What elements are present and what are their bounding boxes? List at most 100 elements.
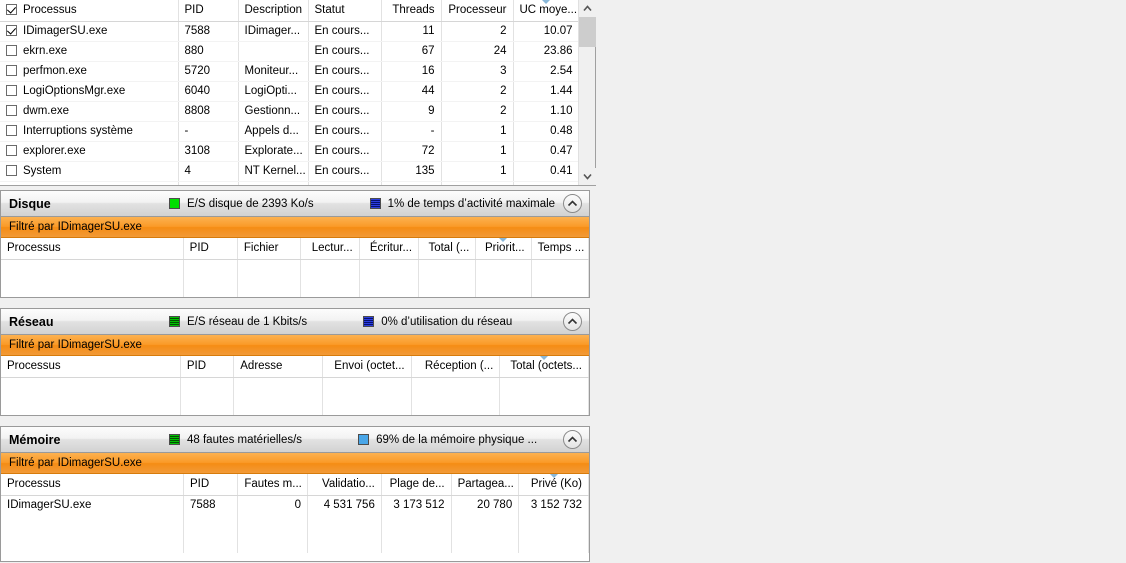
column-header[interactable]: Processus <box>1 474 184 496</box>
column-header[interactable]: Privé (Ko) <box>518 474 589 496</box>
cell-name[interactable]: System <box>0 161 179 182</box>
empty-cell <box>237 259 302 279</box>
cell-name[interactable]: perfmon.exe <box>0 61 179 82</box>
cell-name[interactable]: ekrn.exe <box>0 41 179 62</box>
row-checkbox[interactable] <box>6 45 17 56</box>
cell-avg: 0.47 <box>513 141 578 162</box>
column-header-avg[interactable]: UC moye... <box>513 0 578 22</box>
empty-cell <box>322 377 412 397</box>
table-row[interactable]: LogiOptionsMgr.exe 6040 LogiOpti... En cour… <box>0 81 578 102</box>
cell-name[interactable]: Zoom.exe <box>0 181 179 185</box>
network-section-header[interactable]: Réseau E/S réseau de 1 Kbits/s 0% d’util… <box>1 309 589 335</box>
row-checkbox[interactable] <box>6 25 17 36</box>
column-header[interactable]: PID <box>183 474 239 496</box>
row-checkbox[interactable] <box>6 105 17 116</box>
cell-name[interactable]: LogiOptionsMgr.exe <box>0 81 179 102</box>
column-header[interactable]: PID <box>183 238 238 260</box>
column-header[interactable]: Processus <box>1 238 184 260</box>
disk-collapse-chevron-up-icon[interactable] <box>563 194 582 213</box>
table-row[interactable]: Zoom.exe11208Zoom Me...En cours...2910.2… <box>0 181 578 185</box>
column-header[interactable]: PID <box>180 356 235 378</box>
memory-section-header[interactable]: Mémoire 48 fautes matérielles/s 69% de l… <box>1 427 589 453</box>
cell-name[interactable]: explorer.exe <box>0 141 179 162</box>
network-legend-usage: 0% d’utilisation du réseau <box>363 316 512 328</box>
select-all-checkbox[interactable] <box>6 4 17 15</box>
table-row[interactable]: IDimagerSU.exe 7588 IDimager... En cours...… <box>0 21 578 42</box>
cell-avg: 2.54 <box>513 61 578 82</box>
cell-stat: En cours... <box>308 21 382 42</box>
column-header[interactable]: Plage de... <box>381 474 452 496</box>
column-header[interactable]: Partagea... <box>451 474 520 496</box>
scrollbar-thumb[interactable] <box>579 17 596 47</box>
cell-name[interactable]: dwm.exe <box>0 101 179 122</box>
network-grid[interactable]: Processus PID Adresse Envoi (octet... Récept… <box>1 356 589 415</box>
column-header[interactable]: Processus <box>1 356 181 378</box>
sort-arrow-icon <box>549 474 558 478</box>
empty-cell <box>418 279 477 297</box>
table-row[interactable]: Interruptions système - Appels d... En cour… <box>0 121 578 142</box>
process-name: LogiOptionsMgr.exe <box>23 85 126 97</box>
empty-cell <box>359 279 420 297</box>
disk-grid-body <box>1 259 589 297</box>
table-row[interactable]: System 4 NT Kernel... En cours... 135 1 0.41 <box>0 161 578 182</box>
table-row[interactable]: perfmon.exe 5720 Moniteur... En cours... 16 3… <box>0 61 578 82</box>
network-collapse-chevron-up-icon[interactable] <box>563 312 582 331</box>
column-header[interactable]: Adresse <box>233 356 323 378</box>
scrollbar-track[interactable] <box>579 17 596 168</box>
memory-legend-physical-label: 69% de la mémoire physique ... <box>376 433 538 446</box>
cell-pid: 3108 <box>178 141 239 162</box>
memory-legend-physical: 69% de la mémoire physique ... <box>358 434 537 446</box>
row-checkbox[interactable] <box>6 165 17 176</box>
column-header[interactable]: Envoi (octet... <box>322 356 412 378</box>
row-checkbox[interactable] <box>6 85 17 96</box>
cell-name[interactable]: Interruptions système <box>0 121 179 142</box>
column-header[interactable]: Lectur... <box>300 238 360 260</box>
table-row[interactable]: dwm.exe 8808 Gestionn... En cours... 9 2 1.10 <box>0 101 578 122</box>
column-header-desc[interactable]: Description <box>238 0 309 22</box>
column-header-pid[interactable]: PID <box>178 0 239 22</box>
column-header[interactable]: Fautes m... <box>237 474 309 496</box>
table-row[interactable]: ekrn.exe 880 En cours... 67 24 23.86 <box>0 41 578 62</box>
memory-grid[interactable]: Processus PID Fautes m... Validatio... Plage… <box>1 474 589 553</box>
network-legend-usage-label: 0% d’utilisation du réseau <box>381 315 513 328</box>
cell-private: 3 152 732 <box>518 495 589 515</box>
sort-arrow-icon <box>540 356 549 360</box>
column-header[interactable]: Temps ... <box>531 238 589 260</box>
column-header-cpu[interactable]: Processeur <box>441 0 514 22</box>
process-grid-header: Processus PID Description Statut Threads Proc… <box>0 0 578 22</box>
cell-pid: 4 <box>178 161 239 182</box>
empty-cell <box>411 377 501 397</box>
scroll-up-arrow-icon[interactable] <box>579 0 596 17</box>
disk-section-header[interactable]: Disque E/S disque de 2393 Ko/s 1% de tem… <box>1 191 589 217</box>
disk-grid[interactable]: Processus PID Fichier Lectur... Écritur... To… <box>1 238 589 297</box>
memory-collapse-chevron-up-icon[interactable] <box>563 430 582 449</box>
column-header[interactable]: Fichier <box>237 238 302 260</box>
column-header-name[interactable]: Processus <box>0 0 179 22</box>
column-header[interactable]: Validatio... <box>307 474 382 496</box>
process-table[interactable]: Processus PID Description Statut Threads Proc… <box>0 0 596 186</box>
table-row[interactable]: explorer.exe 3108 Explorate... En cours... 7… <box>0 141 578 162</box>
row-checkbox[interactable] <box>6 125 17 136</box>
table-row[interactable]: IDimagerSU.exe 7588 0 4 531 756 3 173 512 20 … <box>1 495 589 515</box>
cell-cpu: 3 <box>441 61 514 82</box>
scroll-down-arrow-icon[interactable] <box>579 168 596 185</box>
empty-cell <box>1 534 184 553</box>
column-header-thr[interactable]: Threads <box>381 0 442 22</box>
column-header[interactable]: Priorit... <box>475 238 532 260</box>
column-header-stat[interactable]: Statut <box>308 0 382 22</box>
cell-pid: 6040 <box>178 81 239 102</box>
green-swatch-icon <box>169 198 180 209</box>
column-header[interactable]: Réception (... <box>411 356 501 378</box>
process-scrollbar[interactable] <box>578 0 596 185</box>
column-header[interactable]: Total (... <box>418 238 477 260</box>
row-checkbox[interactable] <box>6 145 17 156</box>
cell-name[interactable]: IDimagerSU.exe <box>0 21 179 42</box>
empty-row <box>1 515 589 534</box>
column-header-label: Plage de... <box>389 478 445 490</box>
process-grid[interactable]: Processus PID Description Statut Threads Proc… <box>0 0 578 185</box>
process-grid-table: Processus PID Description Statut Threads Proc… <box>0 0 578 185</box>
row-checkbox[interactable] <box>6 65 17 76</box>
empty-cell <box>531 279 589 297</box>
column-header[interactable]: Total (octets... <box>499 356 589 378</box>
column-header[interactable]: Écritur... <box>359 238 420 260</box>
